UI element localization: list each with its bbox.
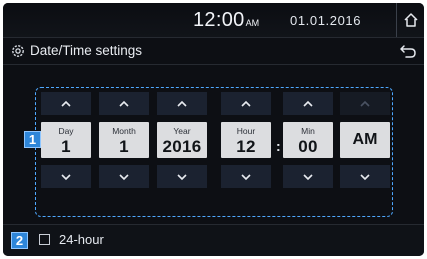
- hour-column: Hour 12: [221, 92, 271, 188]
- ampm-value: AM: [352, 131, 378, 148]
- back-arrow-icon[interactable]: [398, 42, 418, 60]
- day-value: 1: [61, 137, 71, 156]
- day-down-button[interactable]: [41, 165, 91, 188]
- chevron-down-icon: [177, 173, 187, 180]
- screen: 12:00AM 01.01.2016 Date/Time settings 1 …: [3, 3, 424, 256]
- chevron-down-icon: [61, 173, 71, 180]
- status-bar: 12:00AM 01.01.2016: [3, 3, 424, 37]
- hour-up-button[interactable]: [221, 92, 271, 115]
- minute-down-button[interactable]: [283, 165, 333, 188]
- status-date: 01.01.2016: [290, 13, 362, 28]
- hour-down-button[interactable]: [221, 165, 271, 188]
- clock-time: 12:00: [193, 9, 245, 31]
- chevron-down-icon: [360, 173, 370, 180]
- page-title: Date/Time settings: [30, 43, 143, 58]
- minute-value-box[interactable]: Min 00: [283, 122, 333, 158]
- chevron-down-icon: [241, 173, 251, 180]
- month-value-box[interactable]: Month 1: [99, 122, 149, 158]
- ampm-up-button[interactable]: [340, 92, 390, 115]
- callout-1: 1: [24, 131, 41, 148]
- chevron-up-icon: [119, 100, 129, 107]
- chevron-up-icon: [241, 100, 251, 107]
- minute-column: Min 00: [283, 92, 333, 188]
- hour-label: Hour: [236, 126, 256, 136]
- hour-format-bar: 2 24-hour: [3, 224, 424, 256]
- month-label: Month: [112, 126, 136, 136]
- ampm-column: AM: [340, 92, 390, 188]
- year-up-button[interactable]: [157, 92, 207, 115]
- month-value: 1: [119, 137, 129, 156]
- month-column: Month 1: [99, 92, 149, 188]
- chevron-up-icon: [177, 100, 187, 107]
- clock-ampm: AM: [245, 18, 260, 28]
- title-row: Date/Time settings: [3, 37, 424, 65]
- chevron-up-icon: [61, 100, 71, 107]
- year-label: Year: [173, 126, 191, 136]
- year-column: Year 2016: [157, 92, 207, 188]
- clock: 12:00AM: [193, 9, 259, 32]
- ampm-down-button[interactable]: [340, 165, 390, 188]
- hour24-label[interactable]: 24-hour: [59, 232, 104, 247]
- year-value-box[interactable]: Year 2016: [157, 122, 207, 158]
- day-column: Day 1: [41, 92, 91, 188]
- month-down-button[interactable]: [99, 165, 149, 188]
- ampm-value-box[interactable]: AM: [340, 122, 390, 158]
- gear-icon: [12, 45, 24, 57]
- chevron-down-icon: [119, 173, 129, 180]
- minute-up-button[interactable]: [283, 92, 333, 115]
- year-value: 2016: [162, 137, 202, 156]
- hour-value-box[interactable]: Hour 12: [221, 122, 271, 158]
- time-separator: :: [276, 138, 281, 154]
- hour24-checkbox[interactable]: [39, 234, 50, 245]
- year-down-button[interactable]: [157, 165, 207, 188]
- day-label: Day: [58, 126, 74, 136]
- month-up-button[interactable]: [99, 92, 149, 115]
- chevron-down-icon: [303, 173, 313, 180]
- callout-2: 2: [11, 232, 28, 249]
- minute-label: Min: [301, 126, 315, 136]
- day-value-box[interactable]: Day 1: [41, 122, 91, 158]
- hour-value: 12: [236, 137, 256, 156]
- minute-value: 00: [298, 137, 318, 156]
- chevron-up-icon: [303, 100, 313, 107]
- day-up-button[interactable]: [41, 92, 91, 115]
- chevron-up-icon: [360, 100, 370, 107]
- home-button[interactable]: [396, 3, 424, 37]
- home-icon: [404, 13, 418, 27]
